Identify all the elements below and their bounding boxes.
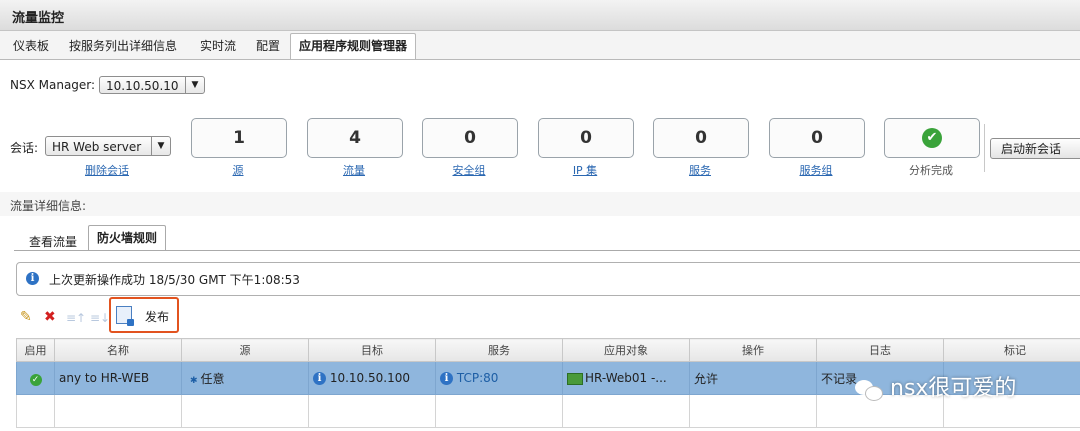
tab-details-by-service[interactable]: 按服务列出详细信息 xyxy=(69,37,177,54)
empty-cell xyxy=(308,394,436,428)
empty-cell xyxy=(16,394,55,428)
nsx-manager-value: 10.10.50.10 xyxy=(106,79,179,93)
stat-sources-link[interactable]: 源 xyxy=(190,162,286,178)
stat-services-link[interactable]: 服务 xyxy=(652,162,748,178)
cell-target[interactable]: i 10.10.50.100 xyxy=(308,361,436,395)
analysis-complete-label: 分析完成 xyxy=(909,164,953,177)
cell-enabled[interactable]: ✓ xyxy=(16,361,55,395)
enabled-check-icon[interactable]: ✓ xyxy=(29,373,42,386)
wechat-icon xyxy=(855,378,883,401)
empty-cell xyxy=(562,394,690,428)
stat-security-groups-link[interactable]: 安全组 xyxy=(421,162,517,178)
target-value: 10.10.50.100 xyxy=(329,371,410,385)
cell-action[interactable]: 允许 xyxy=(689,361,817,395)
sub-tab-underline xyxy=(14,250,1080,251)
col-tag[interactable]: 标记 xyxy=(943,338,1080,362)
info-message-text: 上次更新操作成功 18/5/30 GMT 下午1:08:53 xyxy=(49,273,300,287)
vm-icon xyxy=(567,372,583,385)
app-object-value: HR-Web01 -... xyxy=(585,371,667,385)
col-action[interactable]: 操作 xyxy=(689,338,817,362)
col-name[interactable]: 名称 xyxy=(54,338,182,362)
stat-sources-box[interactable]: 1 xyxy=(191,118,287,158)
col-app-object[interactable]: 应用对象 xyxy=(562,338,690,362)
tab-app-rule-manager[interactable]: 应用程序规则管理器 xyxy=(290,33,417,59)
col-enabled[interactable]: 启用 xyxy=(16,338,55,362)
flow-details-label: 流量详细信息: xyxy=(10,199,87,213)
watermark-text: nsx很可爱的 xyxy=(890,376,1017,401)
nsx-manager-label: NSX Manager: xyxy=(10,78,96,92)
cell-service[interactable]: i TCP:80 xyxy=(435,361,563,395)
empty-cell xyxy=(181,394,309,428)
divider xyxy=(984,124,985,172)
empty-cell xyxy=(435,394,563,428)
stat-services-box[interactable]: 0 xyxy=(653,118,749,158)
table-header-row: 启用 名称 源 目标 服务 应用对象 操作 日志 标记 xyxy=(16,338,1080,362)
session-label: 会话: xyxy=(10,141,39,155)
stat-service-groups-box[interactable]: 0 xyxy=(769,118,865,158)
info-icon: i xyxy=(26,272,39,285)
col-target[interactable]: 目标 xyxy=(308,338,436,362)
delete-session-link[interactable]: 删除会话 xyxy=(85,162,129,178)
cell-name[interactable]: any to HR-WEB xyxy=(54,361,182,395)
stat-security-groups-box[interactable]: 0 xyxy=(422,118,518,158)
stat-flows-link[interactable]: 流量 xyxy=(306,162,402,178)
tab-view-flows[interactable]: 查看流量 xyxy=(29,233,77,250)
window-title-bar: 流量监控 xyxy=(0,0,1080,31)
chevron-down-icon: ▼ xyxy=(151,137,170,155)
publish-button[interactable]: 发布 xyxy=(145,308,169,325)
stat-ip-sets-link[interactable]: IP 集 xyxy=(537,162,633,178)
tab-config[interactable]: 配置 xyxy=(256,37,280,54)
info-icon[interactable]: i xyxy=(440,372,453,385)
stat-ip-sets-box[interactable]: 0 xyxy=(538,118,634,158)
move-up-icon[interactable]: ≡↑ xyxy=(66,311,86,325)
cell-source[interactable]: ✱ 任意 xyxy=(181,361,309,395)
source-value: 任意 xyxy=(200,371,225,386)
cell-app-object[interactable]: HR-Web01 -... xyxy=(562,361,690,395)
tab-firewall-rules[interactable]: 防火墙规则 xyxy=(88,225,167,251)
start-new-session-button[interactable]: 启动新会话 xyxy=(990,138,1080,159)
info-message-box: i 上次更新操作成功 18/5/30 GMT 下午1:08:53 xyxy=(16,262,1080,296)
tab-live-flow[interactable]: 实时流 xyxy=(200,37,236,54)
watermark: nsx很可爱的 xyxy=(855,370,1016,402)
stat-flows-box[interactable]: 4 xyxy=(307,118,403,158)
edit-pencil-icon[interactable]: ✎ xyxy=(20,309,32,325)
check-circle-icon: ✔ xyxy=(922,128,942,148)
move-down-icon[interactable]: ≡↓ xyxy=(90,311,110,325)
stat-service-groups-link[interactable]: 服务组 xyxy=(768,162,864,178)
analysis-status-box: ✔ xyxy=(884,118,980,158)
col-source[interactable]: 源 xyxy=(181,338,309,362)
wildcard-star-icon: ✱ xyxy=(190,375,198,386)
empty-cell xyxy=(54,394,182,428)
window-title: 流量监控 xyxy=(12,11,65,26)
nsx-manager-select[interactable]: 10.10.50.10 ▼ xyxy=(99,76,205,94)
col-service[interactable]: 服务 xyxy=(435,338,563,362)
tab-dashboard[interactable]: 仪表板 xyxy=(13,37,49,54)
chevron-down-icon: ▼ xyxy=(185,77,204,93)
flow-details-header-bar: 流量详细信息: xyxy=(0,192,1080,216)
main-tab-bar: 仪表板 按服务列出详细信息 实时流 配置 应用程序规则管理器 xyxy=(0,31,1080,60)
col-log[interactable]: 日志 xyxy=(816,338,944,362)
info-icon[interactable]: i xyxy=(313,372,326,385)
session-select[interactable]: HR Web server ▼ xyxy=(45,136,171,156)
service-value[interactable]: TCP:80 xyxy=(457,371,499,385)
publish-icon[interactable] xyxy=(116,306,134,326)
session-value: HR Web server xyxy=(52,140,142,154)
empty-cell xyxy=(689,394,817,428)
delete-x-icon[interactable]: ✖ xyxy=(44,309,56,325)
